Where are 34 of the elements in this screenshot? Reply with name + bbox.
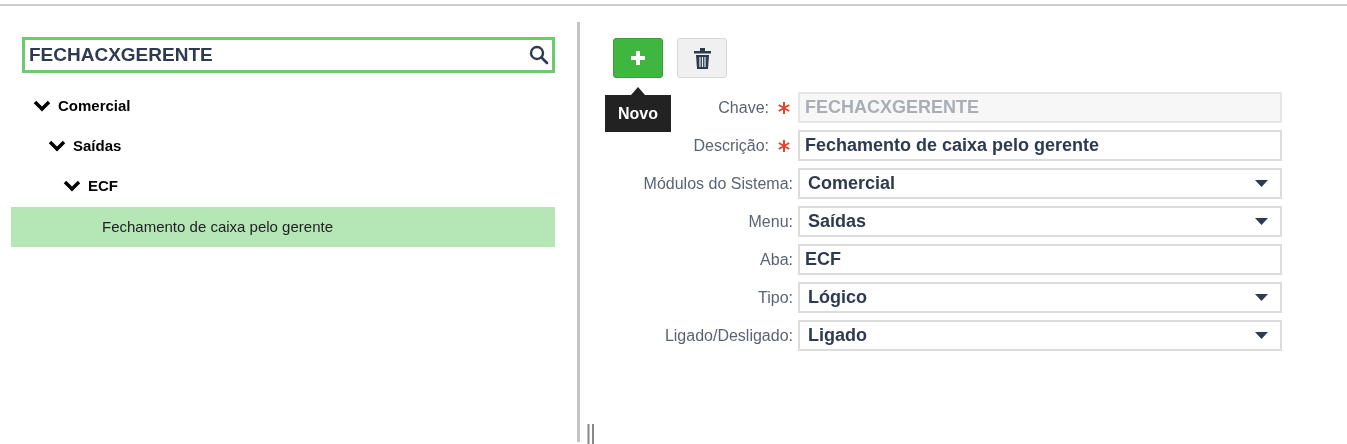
add-button[interactable] [613,38,663,78]
field-label: Módulos do Sistema: [643,173,793,194]
search-icon[interactable] [529,45,549,65]
plus-icon [629,49,647,67]
caret-icon [1255,218,1268,225]
chevron-down-icon[interactable] [48,139,66,153]
dropdown[interactable]: Lógico [798,282,1282,313]
tree-item-selected[interactable]: Fechamento de caixa pelo gerente [11,207,555,247]
text-field[interactable]: ECF [798,244,1282,275]
field-label: Aba: [760,249,793,270]
delete-button[interactable] [677,38,727,78]
caret-icon [1255,332,1268,339]
tree-item[interactable]: Saídas [11,126,555,166]
dropdown[interactable]: Saídas [798,206,1282,237]
tree-item[interactable]: Comercial [11,86,555,126]
caret-icon [1255,180,1268,187]
trash-icon [693,47,711,69]
field-label: Chave: [718,97,769,118]
field-label: Descrição: [693,135,769,156]
caret-icon [1255,294,1268,301]
text-field[interactable]: Fechamento de caixa pelo gerente [798,130,1282,161]
field-label: Ligado/Desligado: [664,325,793,346]
field-label: Tipo: [758,287,793,308]
chevron-down-icon[interactable] [33,99,51,113]
field-label: Menu: [748,211,793,232]
dropdown[interactable]: Comercial [798,168,1282,199]
splitter-handle-icon[interactable] [587,424,595,444]
search-input[interactable]: FECHACXGERENTE [29,40,529,70]
search-field[interactable]: FECHACXGERENTE [22,37,555,73]
tooltip-pointer-icon [631,87,645,95]
tree-item[interactable]: ECF [11,166,555,206]
dropdown[interactable]: Ligado [798,320,1282,351]
chevron-down-icon[interactable] [63,179,81,193]
tooltip: Novo [605,87,671,132]
